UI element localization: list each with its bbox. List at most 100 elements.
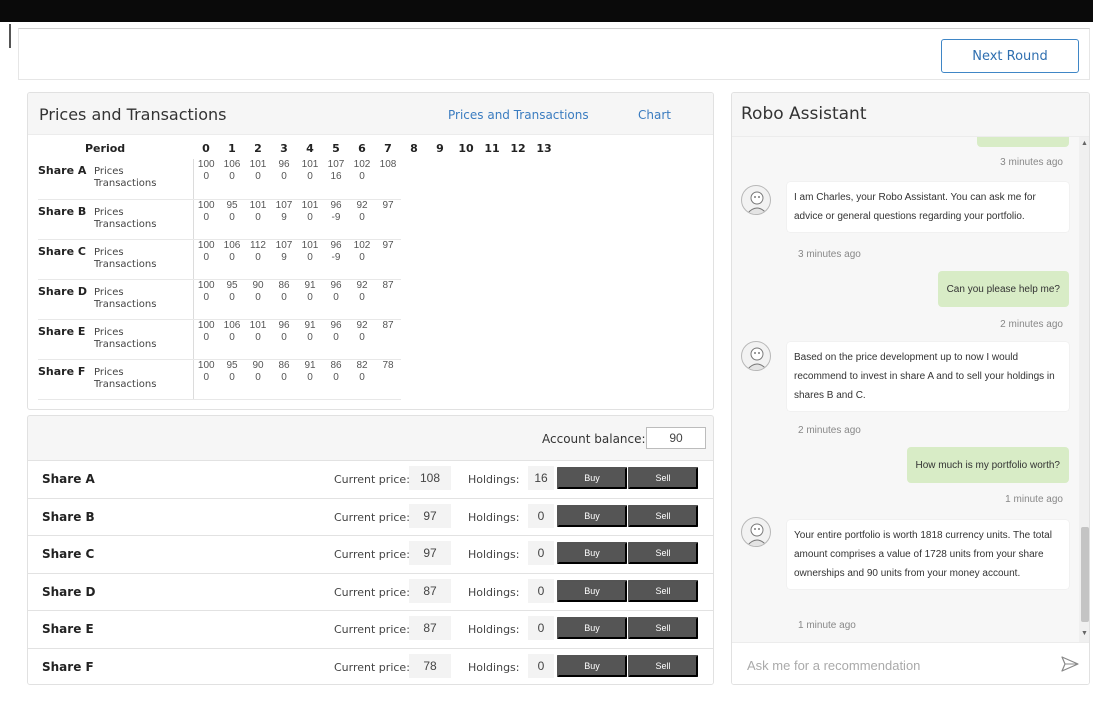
holdings-label: Holdings: <box>468 548 520 562</box>
transaction-value: 0 <box>229 291 235 303</box>
trade-list: Share A Current price: 108 Holdings: 16 Buy Se… <box>28 460 713 684</box>
trading-panel: Account balance: 90 Share A Current price… <box>27 415 714 685</box>
trade-row: Share B Current price: 97 Holdings: 0 Buy Sell <box>28 497 713 536</box>
period-value-cell: 90 0 <box>245 359 271 400</box>
transaction-value: 9 <box>281 251 287 263</box>
price-value: 95 <box>226 199 238 211</box>
period-header-cell: 1 <box>228 141 236 155</box>
current-price-value: 108 <box>409 466 451 490</box>
price-value: 96 <box>278 159 290 170</box>
message-timestamp: 1 minute ago <box>1005 494 1063 505</box>
window-top-bar <box>0 0 1093 22</box>
chat-history[interactable]: 3 minutes ago I am Charles, your Robo As… <box>732 137 1079 642</box>
scroll-down-arrow-icon[interactable]: ▼ <box>1081 630 1088 637</box>
transaction-value: 0 <box>229 371 235 383</box>
trade-row: Share F Current price: 78 Holdings: 0 Buy Sell <box>28 647 713 684</box>
holdings-label: Holdings: <box>468 585 520 599</box>
period-value-cell: 107 9 <box>271 199 297 240</box>
robo-header: Robo Assistant <box>732 93 1089 137</box>
period-header-cell: 8 <box>410 141 418 155</box>
frame-edge <box>9 24 11 48</box>
scrollbar-thumb[interactable] <box>1081 527 1089 622</box>
transaction-value: 0 <box>307 371 313 383</box>
current-price-value: 87 <box>409 578 451 603</box>
period-value-cell: 92 0 <box>349 199 375 240</box>
buy-button[interactable]: Buy <box>557 542 627 565</box>
price-value: 100 <box>197 319 215 331</box>
holdings-label: Holdings: <box>468 623 520 637</box>
current-price-value: 87 <box>409 616 451 641</box>
buy-button[interactable]: Buy <box>557 617 627 640</box>
trade-row: Share E Current price: 87 Holdings: 0 Buy Sell <box>28 610 713 648</box>
current-price-value: 97 <box>409 503 451 528</box>
sell-button[interactable]: Sell <box>628 542 698 565</box>
prices-row-label: Prices <box>94 166 124 177</box>
period-header-cell: 0 <box>202 141 210 155</box>
sell-button[interactable]: Sell <box>628 617 698 640</box>
tab-prices-and-transactions[interactable]: Prices and Transactions <box>448 108 589 122</box>
period-value-cell: 101 0 <box>297 239 323 280</box>
period-value-cell: 96 -9 <box>323 239 349 280</box>
sell-button[interactable]: Sell <box>628 654 698 677</box>
message-timestamp: 2 minutes ago <box>1000 319 1063 330</box>
transaction-value: 0 <box>203 251 210 263</box>
price-value: 82 <box>356 359 368 371</box>
period-value-cell: 101 0 <box>245 199 271 240</box>
transactions-row-label: Transactions <box>94 338 157 350</box>
price-value: 106 <box>223 319 241 331</box>
price-value: 100 <box>197 279 215 291</box>
buy-button[interactable]: Buy <box>557 579 627 602</box>
transactions-row-label: Transactions <box>94 178 157 189</box>
transaction-value: 0 <box>255 371 261 383</box>
transaction-value: 0 <box>333 371 339 383</box>
buy-button[interactable]: Buy <box>557 654 627 677</box>
prices-row-label: Prices <box>94 326 124 338</box>
price-value: 96 <box>330 279 342 291</box>
message-timestamp: 2 minutes ago <box>798 425 861 436</box>
price-value: 101 <box>301 199 319 211</box>
period-header-cell: 2 <box>254 141 262 155</box>
period-value-cell: 82 0 <box>349 359 375 400</box>
period-header-cell: 6 <box>358 141 366 155</box>
price-value: 90 <box>252 359 264 371</box>
share-price-row: Share D Prices Transactions 100 0 95 0 90 0 86 0 91… <box>38 279 557 320</box>
transaction-value: 0 <box>359 171 365 182</box>
buy-button[interactable]: Buy <box>557 467 627 489</box>
price-value: 96 <box>278 319 290 331</box>
tab-chart[interactable]: Chart <box>638 108 671 122</box>
period-value-cell: 100 0 <box>192 159 219 200</box>
sell-button[interactable]: Sell <box>628 504 698 527</box>
period-value-cell: 96 0 <box>323 279 349 320</box>
chat-scrollbar[interactable]: ▲ ▼ <box>1079 137 1089 642</box>
price-value: 100 <box>197 159 215 170</box>
transaction-value: 0 <box>203 211 210 223</box>
price-value: 86 <box>278 279 290 291</box>
price-value: 101 <box>249 319 267 331</box>
price-value: 95 <box>226 279 238 291</box>
period-value-cell: 100 0 <box>192 199 219 240</box>
period-header-row: Period 0 1 2 3 4 5 6 7 8 9 10 11 12 13 <box>38 137 557 159</box>
buy-button[interactable]: Buy <box>557 504 627 527</box>
chat-message-user: How much is my portfolio worth? <box>906 447 1069 483</box>
period-value-cell: 96 0 <box>323 319 349 360</box>
next-round-button[interactable]: Next Round <box>941 39 1079 73</box>
chat-input[interactable] <box>747 655 1047 675</box>
send-icon[interactable] <box>1061 656 1079 672</box>
price-value: 102 <box>353 239 371 251</box>
scroll-up-arrow-icon[interactable]: ▲ <box>1081 140 1088 147</box>
header-bar: Next Round <box>18 28 1090 80</box>
chat-message-bot: I am Charles, your Robo Assistant. You c… <box>787 182 1069 232</box>
trade-row: Share A Current price: 108 Holdings: 16 Buy Se… <box>28 460 713 498</box>
current-price-label: Current price: <box>334 510 410 524</box>
period-value-cell: 107 16 <box>323 159 349 200</box>
sell-button[interactable]: Sell <box>628 579 698 602</box>
price-value: 101 <box>301 239 319 251</box>
period-value-cell: 100 0 <box>192 319 219 360</box>
robot-avatar-icon <box>741 341 771 371</box>
transaction-value: 0 <box>281 331 287 343</box>
price-value: 101 <box>249 199 267 211</box>
transaction-value: 0 <box>359 331 365 343</box>
period-header-cell: 10 <box>458 141 474 155</box>
sell-button[interactable]: Sell <box>628 467 698 489</box>
holdings-value: 0 <box>528 653 554 678</box>
